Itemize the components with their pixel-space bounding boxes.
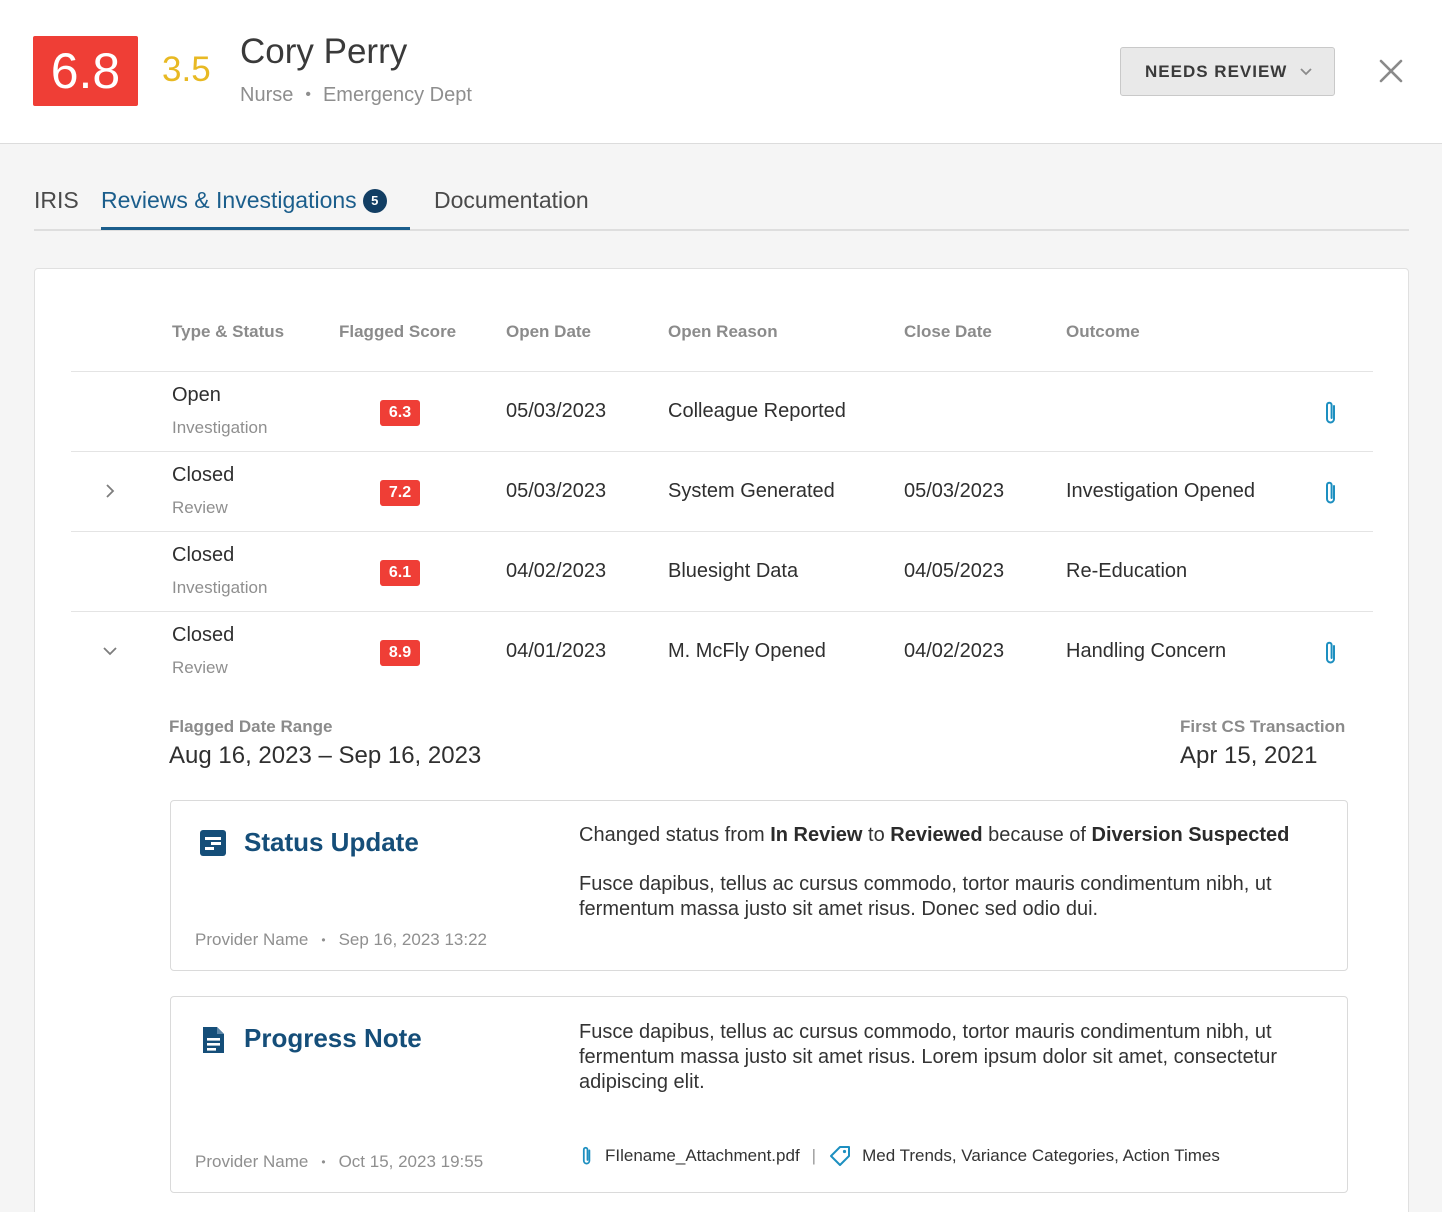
note-meta: Provider Name • Oct 15, 2023 19:55 <box>195 1152 483 1172</box>
table-row[interactable]: Closed Investigation 6.1 04/02/2023 Blue… <box>71 531 1373 611</box>
reviews-card: Type & Status Flagged Score Open Date Op… <box>34 268 1409 1212</box>
note-timestamp: Oct 15, 2023 19:55 <box>338 1152 484 1171</box>
active-tab-indicator <box>101 227 410 230</box>
to-status: Reviewed <box>890 824 983 846</box>
row-type: Review <box>172 498 228 517</box>
tag-icon <box>830 1146 851 1166</box>
tab-bar: IRIS Reviews & Investigations 5 Documenta… <box>34 175 1409 231</box>
row-status: Open <box>172 384 221 406</box>
attachment-filename[interactable]: FIlename_Attachment.pdf <box>605 1146 800 1166</box>
status-change-text: Changed status from In Review to Reviewe… <box>579 824 1290 846</box>
tab-reviews-investigations[interactable]: Reviews & Investigations 5 <box>101 185 387 215</box>
row-close-date: 04/05/2023 <box>904 560 1005 582</box>
row-outcome: Investigation Opened <box>1066 480 1256 502</box>
row-open-reason: Colleague Reported <box>668 400 846 422</box>
divider: | <box>811 1146 817 1165</box>
note-body: Fusce dapibus, tellus ac cursus commodo,… <box>579 1021 1278 1093</box>
row-open-reason: System Generated <box>668 480 835 502</box>
column-header-open-date: Open Date <box>506 322 592 341</box>
note-attachments: FIlename_Attachment.pdf | Med Trends, Va… <box>579 1144 1220 1168</box>
note-tags: Med Trends, Variance Categories, Action … <box>862 1146 1220 1165</box>
note-body: Fusce dapibus, tellus ac cursus commodo,… <box>579 873 1272 920</box>
row-close-date: 05/03/2023 <box>904 480 1005 502</box>
row-open-date: 05/03/2023 <box>506 400 607 422</box>
paperclip-icon[interactable] <box>1321 399 1341 427</box>
row-outcome: Handling Concern <box>1066 640 1227 662</box>
row-open-reason: Bluesight Data <box>668 560 799 582</box>
row-status: Closed <box>172 544 235 566</box>
separator-dot: • <box>305 86 311 103</box>
note-title: Status Update <box>244 827 419 857</box>
change-reason: Diversion Suspected <box>1091 824 1290 846</box>
row-open-date: 05/03/2023 <box>506 480 607 502</box>
note-provider: Provider Name <box>195 1152 309 1171</box>
status-dropdown[interactable]: NEEDS REVIEW <box>1120 47 1335 96</box>
tab-iris[interactable]: IRIS <box>34 185 79 215</box>
row-open-date: 04/02/2023 <box>506 560 607 582</box>
note-title: Progress Note <box>244 1023 422 1053</box>
column-header-flagged-score: Flagged Score <box>339 322 457 341</box>
column-header-close-date: Close Date <box>904 322 992 341</box>
flagged-score-badge: 8.9 <box>380 640 420 666</box>
row-type: Investigation <box>172 418 268 437</box>
first-cs-transaction-label: First CS Transaction <box>1180 717 1346 736</box>
progress-note: Progress Note Fusce dapibus, tellus ac c… <box>170 996 1348 1193</box>
row-status: Closed <box>172 464 235 486</box>
status-update-note: Status Update Changed status from In Rev… <box>170 800 1348 971</box>
status-update-icon <box>200 830 226 856</box>
row-open-date: 04/01/2023 <box>506 640 607 662</box>
note-meta: Provider Name • Sep 16, 2023 13:22 <box>195 930 487 950</box>
row-type: Review <box>172 658 228 677</box>
from-status: In Review <box>770 824 863 846</box>
flagged-score-badge: 6.1 <box>380 560 420 586</box>
document-icon <box>203 1027 224 1053</box>
chevron-down-icon <box>1300 68 1312 76</box>
separator-dot: • <box>321 933 326 947</box>
provider-subtitle: Nurse • Emergency Dept <box>240 82 472 108</box>
provider-role: Nurse <box>240 84 294 106</box>
flagged-date-range-value: Aug 16, 2023 – Sep 16, 2023 <box>169 742 482 769</box>
status-dropdown-label: NEEDS REVIEW <box>1145 61 1288 81</box>
row-open-reason: M. McFly Opened <box>668 640 826 662</box>
column-header-type-status: Type & Status <box>172 322 285 341</box>
note-timestamp: Sep 16, 2023 13:22 <box>338 930 487 949</box>
tab-count-badge: 5 <box>362 189 387 213</box>
table-row[interactable]: Closed Review 8.9 04/01/2023 M. McFly Op… <box>71 611 1373 691</box>
column-header-outcome: Outcome <box>1066 322 1140 341</box>
paperclip-icon[interactable] <box>1321 639 1341 667</box>
provider-name: Cory Perry <box>240 32 408 71</box>
note-provider: Provider Name <box>195 930 309 949</box>
flagged-score-badge: 6.3 <box>380 400 420 426</box>
risk-score-main: 6.8 <box>33 36 138 106</box>
paperclip-icon[interactable] <box>1321 479 1341 507</box>
row-status: Closed <box>172 624 235 646</box>
separator-dot: • <box>321 1155 326 1169</box>
chevron-right-icon[interactable] <box>101 482 119 500</box>
chevron-down-icon[interactable] <box>101 642 119 660</box>
table-row[interactable]: Open Investigation 6.3 05/03/2023 Collea… <box>71 371 1373 451</box>
column-header-open-reason: Open Reason <box>668 322 778 341</box>
flagged-score-badge: 7.2 <box>380 480 420 506</box>
flagged-date-range-label: Flagged Date Range <box>169 717 333 736</box>
header: 6.8 3.5 Cory Perry Nurse • Emergency Dep… <box>0 0 1442 144</box>
close-icon[interactable] <box>1376 56 1406 86</box>
first-cs-transaction-value: Apr 15, 2021 <box>1180 742 1318 769</box>
table-row[interactable]: Closed Review 7.2 05/03/2023 System Gene… <box>71 451 1373 531</box>
row-close-date: 04/02/2023 <box>904 640 1005 662</box>
row-outcome: Re-Education <box>1066 560 1188 582</box>
paperclip-icon[interactable] <box>579 1144 595 1168</box>
risk-score-secondary: 3.5 <box>162 50 211 89</box>
tab-documentation[interactable]: Documentation <box>434 185 589 215</box>
row-type: Investigation <box>172 578 268 597</box>
provider-department: Emergency Dept <box>322 84 472 106</box>
